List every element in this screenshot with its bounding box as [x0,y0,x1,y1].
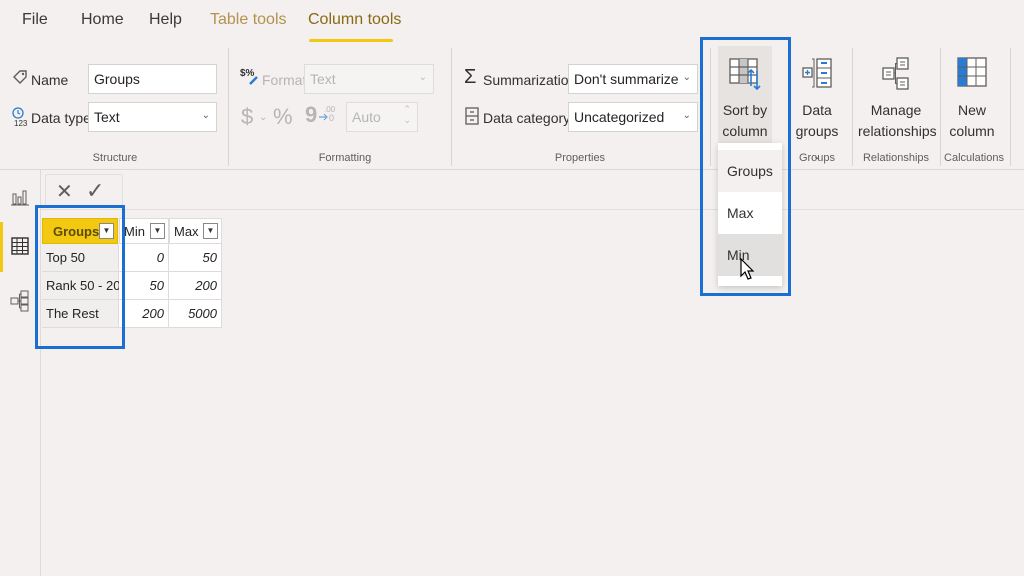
tab-table-tools[interactable]: Table tools [210,11,287,29]
name-label: Name [31,72,69,88]
tab-file[interactable]: File [22,11,48,29]
commit-formula-button[interactable]: ✓ [86,178,104,204]
data-category-select[interactable]: Uncategorized ⌄ [568,102,698,132]
data-category-label: Data category [483,110,571,126]
data-groups-label-1: Data [802,102,832,118]
data-groups-button[interactable]: Data groups ⌄ [792,46,842,161]
chevron-down-icon: ⌄ [682,72,691,83]
cell-max[interactable]: 200 [169,272,222,300]
cancel-formula-button[interactable]: ✕ [56,179,73,204]
column-header-label: Min [124,224,145,239]
svg-text:0: 0 [329,113,334,123]
manage-relationships-label-1: Manage [870,102,922,118]
comma-button[interactable]: 9 [305,102,317,128]
filter-dropdown-icon[interactable]: ▼ [150,223,165,239]
group-separator [228,48,229,166]
data-groups-label-2: groups [795,123,839,139]
new-column-icon [957,57,987,87]
highlight-groups-column [35,205,125,349]
currency-dropdown-icon[interactable]: ⌄ [259,112,267,123]
tag-icon [13,70,27,84]
summarization-select[interactable]: Don't summarize ⌄ [568,64,698,94]
chevron-down-icon: ⌄ [682,110,691,121]
decimal-places-icon[interactable]: .00 0 [318,104,338,124]
group-label-relationships: Relationships [862,152,930,164]
group-label-groups: Groups [798,152,836,164]
currency-button[interactable]: $ [241,104,253,130]
chevron-down-icon: ⌄ [201,110,210,121]
ribbon-tab-bar: File Home Help Table tools Column tools [0,0,1024,42]
summarization-label: Summarization [483,72,577,88]
group-label-formatting: Formatting [318,152,372,164]
highlight-sort-by-column [700,37,791,296]
model-view-button[interactable] [0,282,40,322]
manage-relationships-label-2: relationships [858,123,937,139]
data-view-button[interactable] [0,227,40,267]
data-type-select[interactable]: Text ⌄ [88,102,217,132]
cell-min[interactable]: 0 [119,244,169,272]
cell-max[interactable]: 5000 [169,300,222,328]
manage-relationships-button[interactable]: Manage relationships [858,46,937,148]
decimal-places-value: Auto [352,109,381,125]
spin-up-icon[interactable]: ⌃ [403,104,411,115]
chevron-down-icon: ⌄ [418,72,427,83]
group-separator [451,48,452,166]
formula-bar: ✕ ✓ [41,170,1024,210]
name-input[interactable]: Groups [88,64,217,94]
data-category-icon [465,107,479,125]
svg-text:$%: $% [240,68,255,79]
model-icon [10,290,29,312]
data-category-value: Uncategorized [574,109,665,125]
cell-max[interactable]: 50 [169,244,222,272]
active-view-indicator [0,222,3,272]
column-header-max[interactable]: Max ▼ [169,218,222,244]
formula-input[interactable] [127,174,1022,208]
cell-min[interactable]: 200 [119,300,169,328]
tab-help[interactable]: Help [149,11,182,29]
cell-min[interactable]: 50 [119,272,169,300]
format-icon: $% [240,68,258,85]
format-value: Text [310,71,336,87]
group-label-properties: Properties [554,152,606,164]
group-separator [852,48,853,166]
data-type-label: Data type [31,110,91,126]
column-header-label: Max [174,224,199,239]
new-column-label-2: column [949,123,995,139]
filter-dropdown-icon[interactable]: ▼ [203,223,218,239]
decimal-places-input[interactable]: Auto ⌃ ⌄ [346,102,418,132]
name-input-value: Groups [94,71,140,87]
data-groups-icon [802,58,832,88]
format-label: Format [262,72,307,88]
data-type-value: Text [94,109,120,125]
group-separator [940,48,941,166]
svg-text:123: 123 [14,119,28,128]
bar-chart-icon [11,190,29,206]
data-type-icon: 123 [12,107,28,128]
new-column-button[interactable]: New column [946,46,998,148]
percent-button[interactable]: % [273,104,293,130]
group-label-calculations: Calculations [944,152,1004,164]
tab-column-tools[interactable]: Column tools [308,11,401,29]
sigma-icon: Σ [464,66,477,88]
group-separator [1010,48,1011,166]
column-header-min[interactable]: Min ▼ [119,218,169,244]
new-column-label-1: New [957,102,986,118]
summarization-value: Don't summarize [574,71,679,87]
format-select[interactable]: Text ⌄ [304,64,434,94]
table-icon [11,237,29,255]
group-label-structure: Structure [92,152,138,164]
spin-down-icon[interactable]: ⌄ [403,115,411,126]
tab-home[interactable]: Home [81,11,124,29]
report-view-button[interactable] [0,176,40,216]
manage-relationships-icon [882,57,909,90]
ribbon: Name Groups 123 Data type Text ⌄ Structu… [0,42,1024,170]
formula-buttons: ✕ ✓ [45,174,123,208]
